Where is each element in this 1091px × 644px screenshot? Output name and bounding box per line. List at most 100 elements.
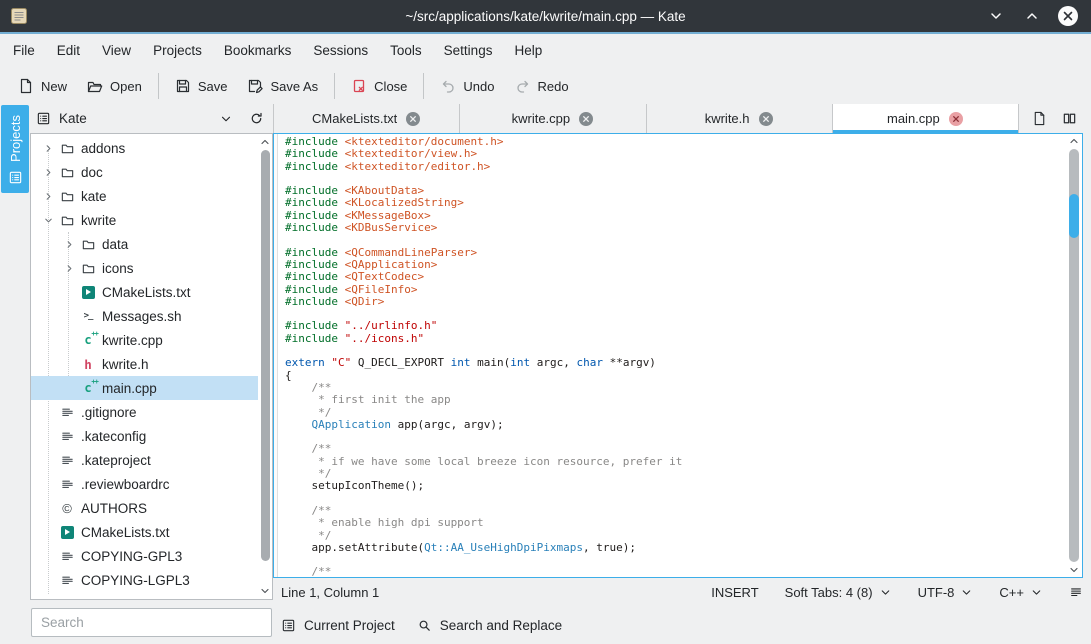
tree-item-icon: c++	[78, 381, 98, 395]
code-token: <KAboutData>	[345, 184, 424, 197]
split-view-button[interactable]	[1057, 107, 1081, 131]
code-token: * first init the app	[285, 393, 451, 406]
project-reload-button[interactable]	[245, 108, 267, 130]
menu-item-settings[interactable]: Settings	[433, 34, 504, 68]
scroll-up-icon[interactable]	[259, 136, 271, 148]
tab-close-button[interactable]	[405, 111, 421, 127]
tree-item-kate[interactable]: kate	[31, 184, 258, 208]
text-file-icon	[60, 597, 75, 600]
tree-item-label: .kateproject	[81, 453, 151, 468]
tab-close-button[interactable]	[578, 111, 594, 127]
scroll-up-icon[interactable]	[1068, 135, 1080, 147]
tab-kwrite-cpp[interactable]: kwrite.cpp	[460, 104, 646, 133]
project-combo-value[interactable]: Kate	[59, 111, 207, 126]
tree-item-kwrite-h[interactable]: hkwrite.h	[31, 352, 258, 376]
tree-item-addons[interactable]: addons	[31, 136, 258, 160]
minimize-button[interactable]	[985, 5, 1007, 27]
view-list-details-icon	[281, 618, 296, 633]
tree-item-copying-lib[interactable]: COPYING.LIB	[31, 592, 258, 599]
open-button[interactable]: Open	[77, 73, 152, 99]
code-line: setupIconTheme();	[285, 480, 1066, 492]
tree-item-label: .kateconfig	[81, 429, 146, 444]
close-button[interactable]: Close	[341, 73, 417, 99]
tab-kwrite-h[interactable]: kwrite.h	[647, 104, 833, 133]
tab-close-button[interactable]	[758, 111, 774, 127]
tab-cmakelists-txt[interactable]: CMakeLists.txt	[273, 104, 460, 133]
new-button[interactable]: New	[8, 73, 77, 99]
code-line: * first init the app	[285, 394, 1066, 406]
menu-item-tools[interactable]: Tools	[379, 34, 433, 68]
expander-closed-icon[interactable]	[39, 143, 57, 154]
tree-scrollbar-thumb[interactable]	[261, 150, 270, 561]
editor-scrollbar-thumb[interactable]	[1069, 194, 1079, 237]
tree-item--gitignore[interactable]: .gitignore	[31, 400, 258, 424]
tree-item-main-cpp[interactable]: c++main.cpp	[31, 376, 258, 400]
expander-closed-icon[interactable]	[39, 191, 57, 202]
search-and-replace-button[interactable]: Search and Replace	[417, 618, 562, 633]
project-search-input[interactable]	[31, 608, 272, 637]
cpp-file-icon: c++	[84, 333, 91, 347]
tree-item-data[interactable]: data	[31, 232, 258, 256]
tree-item--kateproject[interactable]: .kateproject	[31, 448, 258, 472]
input-mode-indicator[interactable]: INSERT	[711, 585, 758, 600]
tab-mode-value: Soft Tabs: 4 (8)	[785, 585, 873, 600]
tree-item-kwrite-cpp[interactable]: c++kwrite.cpp	[31, 328, 258, 352]
tree-item-cmakelists-txt[interactable]: CMakeLists.txt	[31, 520, 258, 544]
close-button[interactable]	[1057, 5, 1079, 27]
sidebar-tab-projects[interactable]: Projects	[1, 105, 29, 193]
editor-view[interactable]: #include <ktexteditor/document.h>#includ…	[273, 133, 1083, 578]
scroll-down-icon[interactable]	[259, 585, 271, 597]
tree-item-icon	[57, 165, 77, 180]
menu-item-bookmarks[interactable]: Bookmarks	[213, 34, 303, 68]
editor-scrollbar[interactable]	[1066, 134, 1082, 577]
tree-item-messages-sh[interactable]: >_Messages.sh	[31, 304, 258, 328]
menu-item-file[interactable]: File	[2, 34, 46, 68]
tab-main-cpp[interactable]: main.cpp	[833, 104, 1019, 133]
menu-item-view[interactable]: View	[91, 34, 142, 68]
tree-item-cmakelists-txt[interactable]: CMakeLists.txt	[31, 280, 258, 304]
tree-item-kwrite[interactable]: kwrite	[31, 208, 258, 232]
save-as-button[interactable]: Save As	[237, 73, 328, 99]
encoding-select[interactable]: UTF-8	[918, 585, 974, 600]
code-line: #include <QDir>	[285, 296, 1066, 308]
tree-item--reviewboardrc[interactable]: .reviewboardrc	[31, 472, 258, 496]
tree-item-copying-gpl3[interactable]: COPYING-GPL3	[31, 544, 258, 568]
tree-scrollbar-track[interactable]	[261, 150, 270, 583]
new-document-button[interactable]	[1027, 107, 1051, 131]
project-combo-dropdown[interactable]	[215, 108, 237, 130]
tree-item-label: kwrite.h	[102, 357, 149, 372]
menu-item-help[interactable]: Help	[503, 34, 553, 68]
tab-close-button[interactable]	[948, 111, 964, 127]
tree-item-authors[interactable]: ©AUTHORS	[31, 496, 258, 520]
menu-item-projects[interactable]: Projects	[142, 34, 213, 68]
menu-item-sessions[interactable]: Sessions	[302, 34, 379, 68]
code-line: app.setAttribute(Qt::AA_UseHighDpiPixmap…	[285, 542, 1066, 554]
tree-item-copying-lgpl3[interactable]: COPYING-LGPL3	[31, 568, 258, 592]
tree-item-label: kate	[81, 189, 107, 204]
statusbar-menu-button[interactable]	[1069, 585, 1083, 599]
syntax-select[interactable]: C++	[999, 585, 1043, 600]
scroll-down-icon[interactable]	[1068, 564, 1080, 576]
current-project-button[interactable]: Current Project	[281, 618, 395, 633]
expander-closed-icon[interactable]	[39, 167, 57, 178]
tree-item--kateconfig[interactable]: .kateconfig	[31, 424, 258, 448]
tab-mode-select[interactable]: Soft Tabs: 4 (8)	[785, 585, 892, 600]
save-button[interactable]: Save	[165, 73, 238, 99]
tabbar-actions	[1019, 104, 1083, 133]
editor-scrollbar-track[interactable]	[1069, 149, 1079, 562]
maximize-button[interactable]	[1021, 5, 1043, 27]
cursor-position[interactable]: Line 1, Column 1	[281, 585, 379, 600]
tree-item-icons[interactable]: icons	[31, 256, 258, 280]
code-area[interactable]: #include <ktexteditor/document.h>#includ…	[278, 134, 1066, 577]
expander-closed-icon[interactable]	[60, 263, 78, 274]
new-document-small-icon	[1032, 111, 1047, 126]
project-combo-row: Kate	[30, 104, 273, 133]
menu-item-edit[interactable]: Edit	[46, 34, 91, 68]
code-token: #include	[285, 196, 345, 209]
tree-item-doc[interactable]: doc	[31, 160, 258, 184]
tree-item-label: kwrite	[81, 213, 116, 228]
tree-scrollbar[interactable]	[258, 134, 272, 599]
expander-closed-icon[interactable]	[60, 239, 78, 250]
code-token: */	[285, 467, 331, 480]
expander-open-icon[interactable]	[39, 215, 57, 226]
